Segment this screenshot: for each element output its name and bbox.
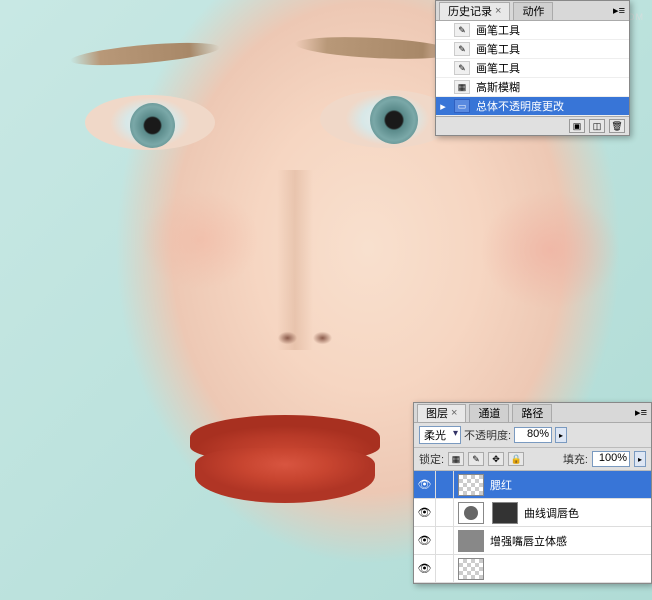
fill-input[interactable]: 100% xyxy=(592,451,630,467)
layers-panel: 图层× 通道 路径 ▸≡ 柔光 不透明度: 80% ▸ 锁定: ▦ ✎ ✥ 🔒 … xyxy=(413,402,652,584)
layer-thumbnail[interactable] xyxy=(458,474,484,496)
layer-item[interactable]: 👁 xyxy=(414,555,651,583)
layer-name[interactable]: 曲线调唇色 xyxy=(522,505,651,521)
layer-item[interactable]: 👁 增强嘴唇立体感 xyxy=(414,527,651,555)
tab-actions[interactable]: 动作 xyxy=(513,2,553,20)
brush-icon: ✎ xyxy=(454,61,470,75)
history-tabs: 历史记录× 动作 ▸≡ xyxy=(436,1,629,21)
history-item-label: 画笔工具 xyxy=(476,22,520,38)
history-item[interactable]: ✎ 画笔工具 xyxy=(436,59,629,78)
layers-list: 👁 腮红 👁 曲线调唇色 👁 增强嘴唇立体感 👁 xyxy=(414,471,651,583)
blend-opacity-row: 柔光 不透明度: 80% ▸ xyxy=(414,423,651,448)
brush-icon: ✎ xyxy=(454,23,470,37)
tab-actions-label: 动作 xyxy=(522,3,544,19)
layer-item-selected[interactable]: 👁 腮红 xyxy=(414,471,651,499)
panel-menu-icon[interactable]: ▸≡ xyxy=(635,406,647,419)
tab-layers-label: 图层 xyxy=(426,405,448,421)
history-item-label: 画笔工具 xyxy=(476,41,520,57)
link-col[interactable] xyxy=(436,555,454,583)
link-col[interactable] xyxy=(436,527,454,555)
visibility-toggle[interactable]: 👁 xyxy=(414,499,436,527)
visibility-toggle[interactable]: 👁 xyxy=(414,471,436,499)
lips xyxy=(180,410,390,510)
layer-name[interactable]: 腮红 xyxy=(488,477,651,493)
eye-left xyxy=(85,95,215,150)
delete-button[interactable]: 🗑 xyxy=(609,119,625,133)
visibility-toggle[interactable]: 👁 xyxy=(414,555,436,583)
mask-thumbnail[interactable] xyxy=(492,502,518,524)
tab-history-label: 历史记录 xyxy=(448,3,492,19)
fill-arrow-icon[interactable]: ▸ xyxy=(634,451,646,467)
lock-position-icon[interactable]: ✥ xyxy=(488,452,504,466)
panel-menu-icon[interactable]: ▸≡ xyxy=(613,4,625,17)
opacity-input[interactable]: 80% xyxy=(514,427,552,443)
history-panel: 历史记录× 动作 ▸≡ ✎ 画笔工具 ✎ 画笔工具 ✎ 画笔工具 ▦ 高斯模糊 ▸ ▭ 总体… xyxy=(435,0,630,136)
new-snapshot-button[interactable]: ▣ xyxy=(569,119,585,133)
history-footer: ▣ ◫ 🗑 xyxy=(436,116,629,135)
close-icon[interactable]: × xyxy=(451,407,457,419)
layer-name[interactable]: 增强嘴唇立体感 xyxy=(488,533,651,549)
tab-paths[interactable]: 路径 xyxy=(512,404,552,422)
layers-tabs: 图层× 通道 路径 ▸≡ xyxy=(414,403,651,423)
lock-fill-row: 锁定: ▦ ✎ ✥ 🔒 填充: 100% ▸ xyxy=(414,448,651,471)
tab-channels[interactable]: 通道 xyxy=(469,404,509,422)
brush-icon: ✎ xyxy=(454,42,470,56)
layer-thumbnail[interactable] xyxy=(458,530,484,552)
opacity-arrow-icon[interactable]: ▸ xyxy=(555,427,567,443)
cheek-blush-left xyxy=(140,190,260,290)
history-list: ✎ 画笔工具 ✎ 画笔工具 ✎ 画笔工具 ▦ 高斯模糊 ▸ ▭ 总体不透明度更改 xyxy=(436,21,629,116)
history-item[interactable]: ✎ 画笔工具 xyxy=(436,21,629,40)
tab-layers[interactable]: 图层× xyxy=(417,404,466,422)
layer-item[interactable]: 👁 曲线调唇色 xyxy=(414,499,651,527)
layer-thumbnail[interactable] xyxy=(458,558,484,580)
adjustment-thumbnail[interactable] xyxy=(458,502,484,524)
visibility-toggle[interactable]: 👁 xyxy=(414,527,436,555)
link-col[interactable] xyxy=(436,471,454,499)
link-col[interactable] xyxy=(436,499,454,527)
close-icon[interactable]: × xyxy=(495,5,501,17)
opacity-icon: ▭ xyxy=(454,99,470,113)
lock-all-icon[interactable]: 🔒 xyxy=(508,452,524,466)
cheek-blush-right xyxy=(480,190,620,310)
blur-icon: ▦ xyxy=(454,80,470,94)
lock-transparency-icon[interactable]: ▦ xyxy=(448,452,464,466)
nostrils xyxy=(270,320,340,350)
tab-history[interactable]: 历史记录× xyxy=(439,2,510,20)
new-doc-button[interactable]: ◫ xyxy=(589,119,605,133)
history-item-label: 画笔工具 xyxy=(476,60,520,76)
fill-label: 填充: xyxy=(563,451,588,467)
history-item[interactable]: ✎ 画笔工具 xyxy=(436,40,629,59)
play-marker-icon: ▸ xyxy=(438,100,448,113)
history-item-label: 高斯模糊 xyxy=(476,79,520,95)
lock-pixels-icon[interactable]: ✎ xyxy=(468,452,484,466)
lock-label: 锁定: xyxy=(419,451,444,467)
history-item-label: 总体不透明度更改 xyxy=(476,98,564,114)
blend-mode-dropdown[interactable]: 柔光 xyxy=(419,426,461,444)
opacity-label: 不透明度: xyxy=(464,427,511,443)
history-item-selected[interactable]: ▸ ▭ 总体不透明度更改 xyxy=(436,97,629,116)
history-item[interactable]: ▦ 高斯模糊 xyxy=(436,78,629,97)
